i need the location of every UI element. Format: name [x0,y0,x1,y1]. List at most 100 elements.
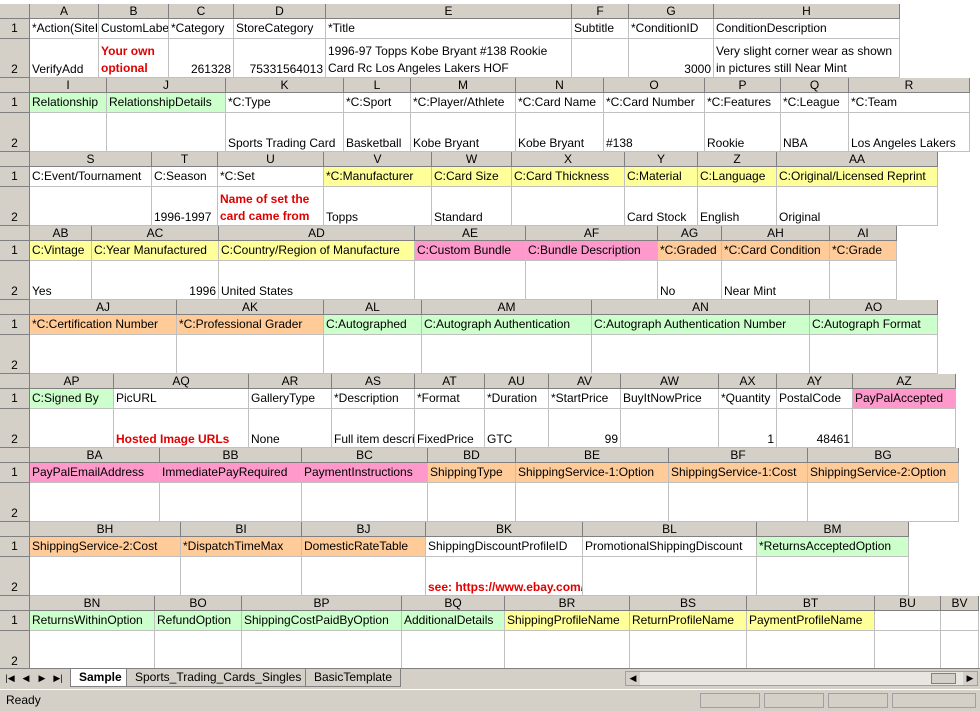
column-header-n[interactable]: N [516,78,604,93]
header-cell[interactable]: *Format [415,389,485,409]
header-cell[interactable]: *Category [169,19,234,39]
column-header-bi[interactable]: BI [181,522,302,537]
row-header-2[interactable]: 2 [0,187,30,226]
value-cell[interactable]: FixedPrice [415,409,485,448]
column-header-an[interactable]: AN [592,300,810,315]
header-cell[interactable]: C:Card Size [432,167,512,187]
row-header-1[interactable]: 1 [0,167,30,187]
column-header-bj[interactable]: BJ [302,522,426,537]
column-header-ay[interactable]: AY [777,374,853,389]
value-cell[interactable] [526,261,658,300]
column-header-bh[interactable]: BH [30,522,181,537]
row-header-2[interactable]: 2 [0,335,30,374]
value-cell[interactable] [830,261,897,300]
value-cell[interactable]: 1 [719,409,777,448]
column-header-au[interactable]: AU [485,374,549,389]
first-sheet-icon[interactable]: |◀ [4,671,16,685]
header-cell[interactable]: *C:League [781,93,849,113]
scroll-left-icon[interactable]: ◀ [626,672,640,685]
column-header-am[interactable]: AM [422,300,592,315]
header-cell[interactable]: CustomLabel [99,19,169,39]
value-cell[interactable]: Card Stock [625,187,698,226]
column-header-bf[interactable]: BF [669,448,808,463]
column-header-r[interactable]: R [849,78,970,93]
column-header-ad[interactable]: AD [219,226,415,241]
value-cell[interactable] [512,187,625,226]
column-header-ae[interactable]: AE [415,226,526,241]
row-header-1[interactable]: 1 [0,389,30,409]
column-header-bs[interactable]: BS [630,596,747,611]
header-cell[interactable]: ConditionDescription [714,19,900,39]
header-cell[interactable]: *C:Professional Grader [177,315,324,335]
column-header-av[interactable]: AV [549,374,621,389]
value-cell[interactable] [810,335,938,374]
column-header-m[interactable]: M [411,78,516,93]
column-header-ah[interactable]: AH [722,226,830,241]
header-cell[interactable]: ReturnsWithinOption [30,611,155,631]
value-cell[interactable]: Name of set the card came from [218,187,324,226]
header-cell[interactable]: PayPalAccepted [853,389,956,409]
header-cell[interactable]: PaymentProfileName [747,611,875,631]
value-cell[interactable] [155,631,242,668]
value-cell[interactable] [422,335,592,374]
column-header-bt[interactable]: BT [747,596,875,611]
value-cell[interactable]: 99 [549,409,621,448]
corner-header[interactable] [0,522,30,537]
value-cell[interactable]: 261328 [169,39,234,78]
value-cell[interactable] [324,335,422,374]
header-cell[interactable]: C:Vintage [30,241,92,261]
header-cell[interactable]: PayPalEmailAddress [30,463,160,483]
header-cell[interactable]: ShippingService-1:Cost [669,463,808,483]
header-cell[interactable] [941,611,979,631]
value-cell[interactable]: Hosted Image URLs [114,409,249,448]
column-header-bd[interactable]: BD [428,448,516,463]
column-header-bc[interactable]: BC [302,448,428,463]
header-cell[interactable]: *ReturnsAcceptedOption [757,537,909,557]
header-cell[interactable] [875,611,941,631]
corner-header[interactable] [0,152,30,167]
header-cell[interactable]: *C:Manufacturer [324,167,432,187]
header-cell[interactable]: ShippingCostPaidByOption [242,611,402,631]
header-cell[interactable]: ShippingType [428,463,516,483]
column-header-ax[interactable]: AX [719,374,777,389]
column-header-j[interactable]: J [107,78,226,93]
row-header-1[interactable]: 1 [0,19,30,39]
column-header-i[interactable]: I [30,78,107,93]
header-cell[interactable]: Relationship [30,93,107,113]
column-header-g[interactable]: G [629,4,714,19]
column-header-at[interactable]: AT [415,374,485,389]
last-sheet-icon[interactable]: ▶| [52,671,64,685]
header-cell[interactable]: *C:Features [705,93,781,113]
header-cell[interactable]: PicURL [114,389,249,409]
header-cell[interactable]: C:Bundle Description [526,241,658,261]
column-header-l[interactable]: L [344,78,411,93]
column-header-ab[interactable]: AB [30,226,92,241]
column-header-v[interactable]: V [324,152,432,167]
value-cell[interactable] [808,483,959,522]
value-cell[interactable]: Standard [432,187,512,226]
column-header-w[interactable]: W [432,152,512,167]
value-cell[interactable]: United States [219,261,415,300]
row-header-1[interactable]: 1 [0,241,30,261]
column-header-br[interactable]: BR [505,596,630,611]
column-header-aw[interactable]: AW [621,374,719,389]
header-cell[interactable]: C:Year Manufactured [92,241,219,261]
value-cell[interactable]: Kobe Bryant [516,113,604,152]
row-header-1[interactable]: 1 [0,463,30,483]
header-cell[interactable]: *C:Set [218,167,324,187]
value-cell[interactable]: English [698,187,777,226]
value-cell[interactable]: No [658,261,722,300]
value-cell[interactable]: None [249,409,332,448]
row-header-2[interactable]: 2 [0,261,30,300]
header-cell[interactable]: *C:Type [226,93,344,113]
column-header-bm[interactable]: BM [757,522,909,537]
column-header-ba[interactable]: BA [30,448,160,463]
header-cell[interactable]: ShippingService-1:Option [516,463,669,483]
value-cell[interactable]: 3000 [629,39,714,78]
row-header-2[interactable]: 2 [0,409,30,448]
column-header-be[interactable]: BE [516,448,669,463]
value-cell[interactable]: Los Angeles Lakers [849,113,970,152]
corner-header[interactable] [0,78,30,93]
value-cell[interactable]: Original [777,187,938,226]
column-header-as[interactable]: AS [332,374,415,389]
